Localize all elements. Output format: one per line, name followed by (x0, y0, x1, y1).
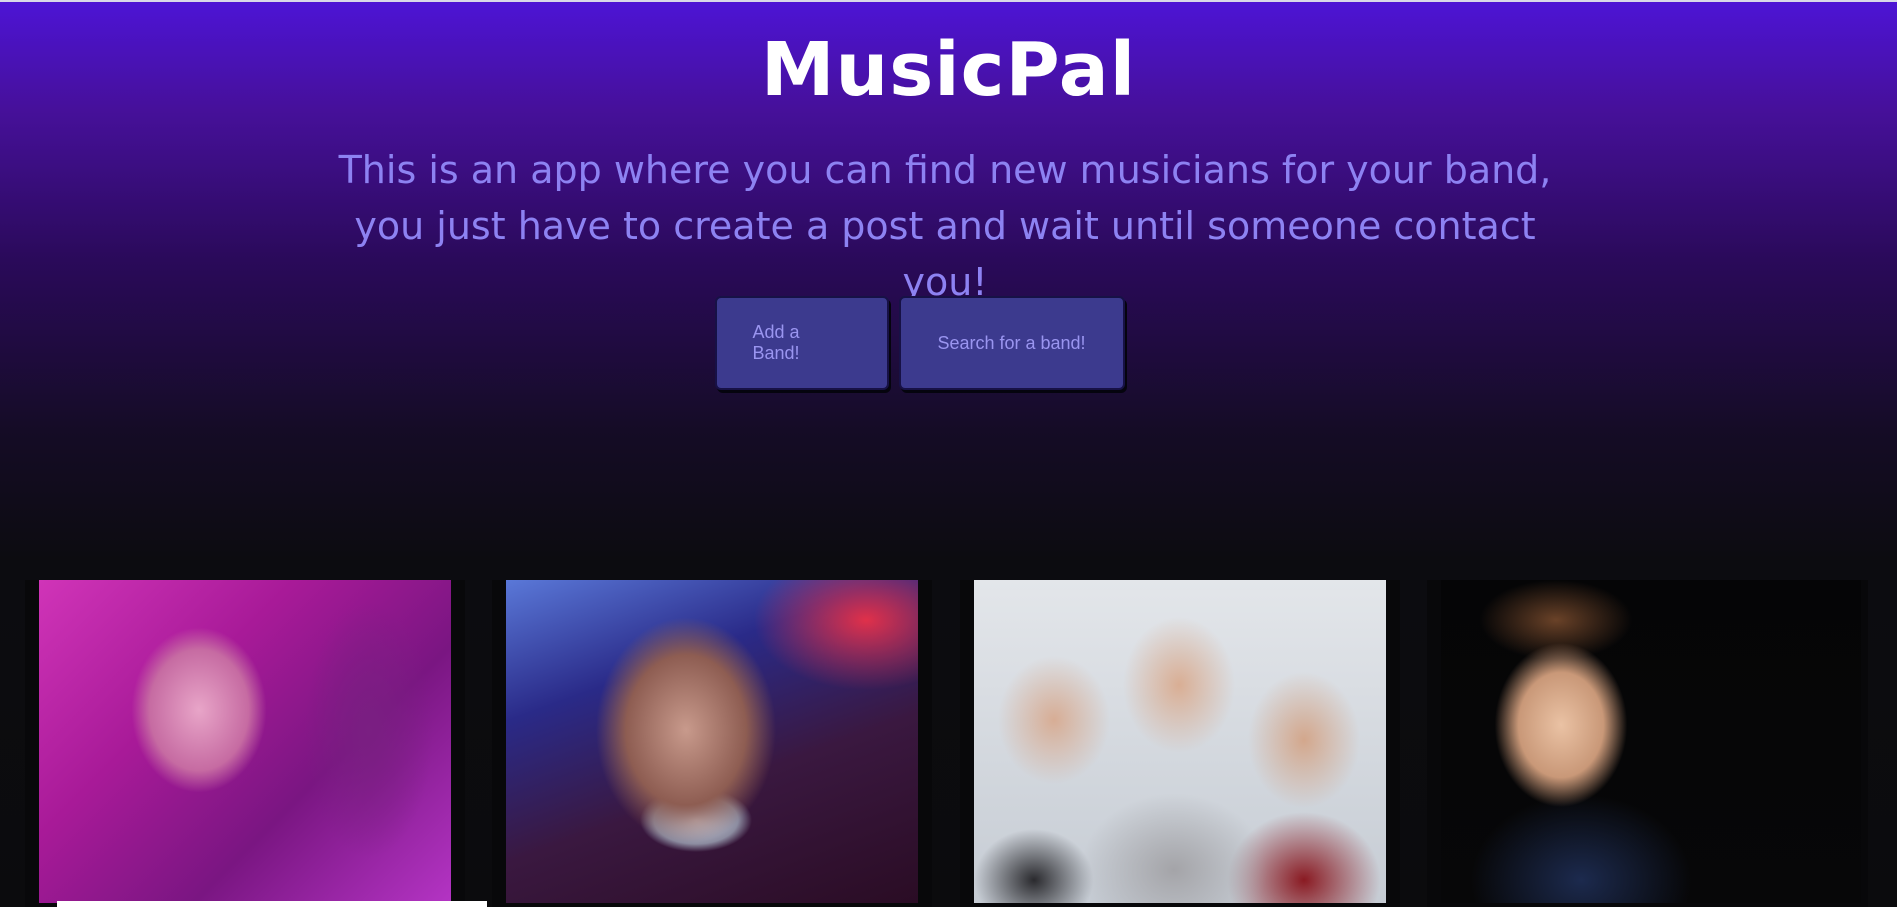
window-top-border (0, 0, 1897, 2)
artist-gallery (25, 580, 1868, 907)
band-photo (974, 580, 1386, 903)
app-title: MusicPal (760, 27, 1137, 113)
artist-photo (1441, 580, 1861, 903)
add-band-button[interactable]: Add a Band! (714, 296, 889, 390)
search-band-button[interactable]: Search for a band! (898, 296, 1125, 390)
artist-photo (506, 580, 918, 903)
app-tagline: This is an app where you can find new mu… (338, 148, 1552, 304)
artist-photo (39, 580, 451, 903)
artist-card[interactable] (1427, 580, 1868, 907)
artist-card[interactable] (960, 580, 1400, 907)
landing-page: MusicPal This is an app where you can fi… (0, 0, 1897, 907)
artist-card[interactable] (492, 580, 932, 907)
action-buttons: Add a Band! Search for a band! (0, 296, 1897, 390)
artist-card[interactable] (25, 580, 465, 907)
horizontal-scrollbar[interactable] (57, 901, 487, 907)
